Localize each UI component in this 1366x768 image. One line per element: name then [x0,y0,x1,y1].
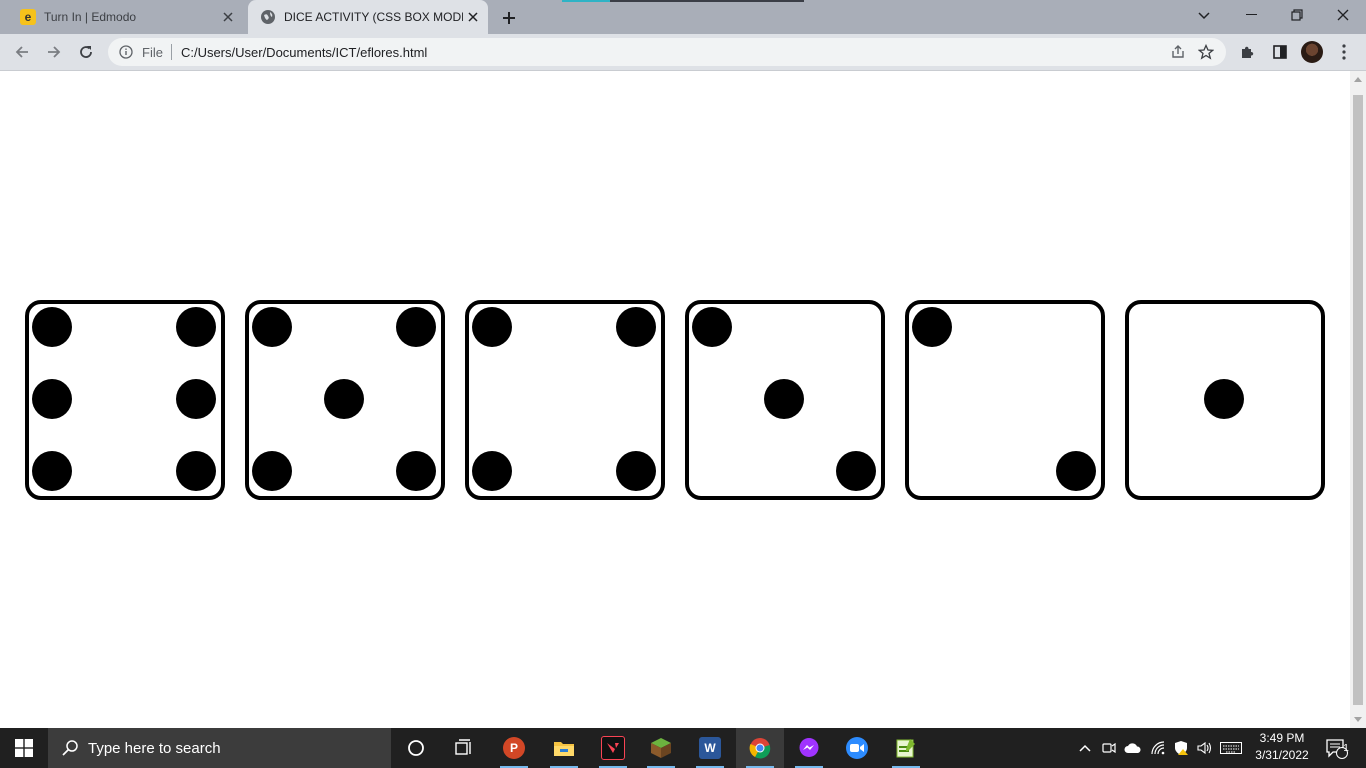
tab-search-chevron-icon[interactable] [1192,4,1216,28]
pip [616,451,656,491]
tab-title: DICE ACTIVITY (CSS BOX MODEL [284,10,464,24]
pip [396,451,436,491]
close-tab-icon[interactable] [218,7,238,27]
scheme-label: File [142,44,163,60]
info-icon[interactable] [118,44,134,60]
security-shield-icon[interactable] [1170,728,1192,768]
pip [176,451,216,491]
forward-button[interactable] [40,38,68,66]
wifi-icon[interactable] [1146,728,1170,768]
keyboard-icon[interactable] [1218,728,1244,768]
notepad-plus-icon[interactable] [882,728,930,768]
volume-icon[interactable] [1194,728,1216,768]
search-icon [60,738,80,758]
clock-time: 3:49 PM [1259,731,1305,745]
pip [176,307,216,347]
scroll-down-arrow-icon[interactable] [1354,717,1362,722]
cortana-icon[interactable] [392,728,440,768]
start-button[interactable] [0,728,48,768]
scroll-up-arrow-icon[interactable] [1354,77,1362,82]
messenger-icon[interactable] [785,728,833,768]
pip [252,451,292,491]
minimize-button[interactable] [1228,0,1274,30]
tab-edmodo[interactable]: e Turn In | Edmodo [8,0,244,34]
clock-date: 3/31/2022 [1255,748,1309,762]
window-controls [1228,0,1366,30]
task-view-icon[interactable] [440,728,488,768]
close-window-button[interactable] [1320,0,1366,30]
share-icon[interactable] [1164,38,1192,66]
pip [32,307,72,347]
url-text[interactable]: C:/Users/User/Documents/ICT/eflores.html [181,45,427,60]
windows-taskbar: Type here to search P W 3:49 PM 3/31/202… [0,728,1366,768]
die-four [465,300,665,500]
file-explorer-icon[interactable] [540,728,588,768]
pip [396,307,436,347]
windows-logo-icon [15,739,33,757]
pip [472,307,512,347]
valorant-icon[interactable] [589,728,637,768]
close-tab-icon[interactable] [463,7,482,27]
tab-dice-activity[interactable]: DICE ACTIVITY (CSS BOX MODEL [248,0,488,34]
vertical-scrollbar[interactable] [1350,71,1366,728]
system-clock[interactable]: 3:49 PM 3/31/2022 [1246,730,1318,766]
pip [912,307,952,347]
tab-title: Turn In | Edmodo [44,10,137,24]
extensions-puzzle-icon[interactable] [1234,38,1262,66]
die-six [25,300,225,500]
edmodo-icon: e [20,9,36,25]
reload-button[interactable] [72,38,100,66]
bookmark-star-icon[interactable] [1192,38,1220,66]
die-two [905,300,1105,500]
minecraft-icon[interactable] [637,728,685,768]
page-viewport [0,71,1350,728]
die-five [245,300,445,500]
notification-center-icon[interactable]: 1 [1320,728,1352,768]
browser-toolbar: File C:/Users/User/Documents/ICT/eflores… [0,34,1366,71]
pip [1056,451,1096,491]
pip [836,451,876,491]
pip [472,451,512,491]
taskbar-search-input[interactable]: Type here to search [48,728,391,768]
pip [692,307,732,347]
pip [1204,379,1244,419]
pip [32,379,72,419]
die-one [1125,300,1325,500]
pip [32,451,72,491]
die-three [685,300,885,500]
restore-button[interactable] [1274,0,1320,30]
chrome-icon[interactable] [736,728,784,768]
pip [252,307,292,347]
loading-indicator [562,0,804,2]
menu-kebab-icon[interactable] [1330,38,1358,66]
pip [616,307,656,347]
back-button[interactable] [8,38,36,66]
divider [170,44,172,60]
scrollbar-thumb[interactable] [1353,95,1363,705]
address-bar[interactable]: File C:/Users/User/Documents/ICT/eflores… [108,38,1226,66]
pip [764,379,804,419]
pip [324,379,364,419]
new-tab-button[interactable] [497,6,521,30]
zoom-icon[interactable] [833,728,881,768]
globe-icon [260,9,276,25]
notification-count-badge: 1 [1343,743,1349,754]
meet-now-icon[interactable] [1098,728,1120,768]
pip [176,379,216,419]
word-icon[interactable]: W [686,728,734,768]
profile-avatar[interactable] [1298,38,1326,66]
side-panel-icon[interactable] [1266,38,1294,66]
show-hidden-icons-chevron-icon[interactable] [1074,728,1096,768]
powerpoint-icon[interactable]: P [490,728,538,768]
search-placeholder: Type here to search [88,739,221,757]
tab-strip: e Turn In | Edmodo DICE ACTIVITY (CSS BO… [0,0,1366,34]
onedrive-cloud-icon[interactable] [1122,728,1144,768]
